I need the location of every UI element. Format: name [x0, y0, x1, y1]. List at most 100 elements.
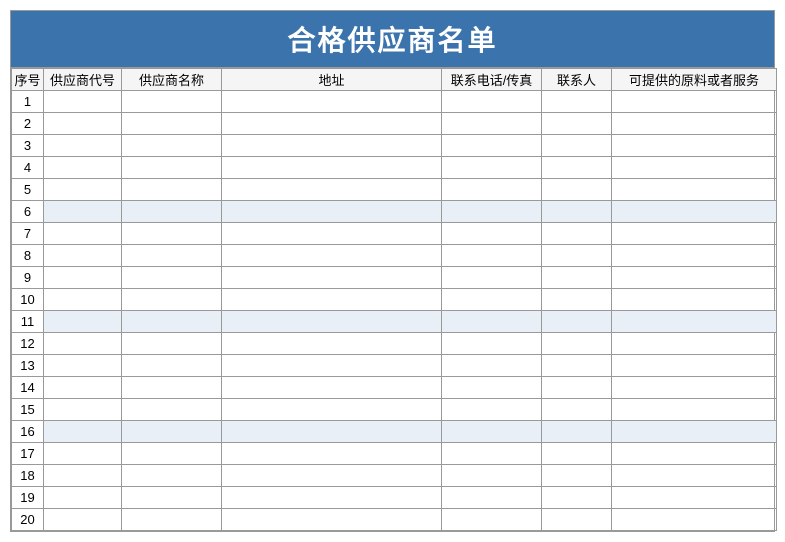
cell-seq[interactable]: 20	[12, 509, 44, 531]
cell-name[interactable]	[122, 91, 222, 113]
cell-code[interactable]	[44, 311, 122, 333]
cell-code[interactable]	[44, 289, 122, 311]
cell-code[interactable]	[44, 333, 122, 355]
cell-name[interactable]	[122, 465, 222, 487]
cell-seq[interactable]: 8	[12, 245, 44, 267]
cell-seq[interactable]: 6	[12, 201, 44, 223]
cell-contact[interactable]	[542, 443, 612, 465]
cell-phone[interactable]	[442, 289, 542, 311]
cell-addr[interactable]	[222, 113, 442, 135]
cell-seq[interactable]: 16	[12, 421, 44, 443]
cell-code[interactable]	[44, 179, 122, 201]
cell-service[interactable]	[612, 135, 777, 157]
cell-code[interactable]	[44, 509, 122, 531]
cell-addr[interactable]	[222, 377, 442, 399]
cell-addr[interactable]	[222, 245, 442, 267]
table-row[interactable]: 12	[12, 333, 777, 355]
cell-phone[interactable]	[442, 333, 542, 355]
cell-seq[interactable]: 17	[12, 443, 44, 465]
cell-code[interactable]	[44, 443, 122, 465]
cell-code[interactable]	[44, 135, 122, 157]
cell-phone[interactable]	[442, 311, 542, 333]
cell-code[interactable]	[44, 487, 122, 509]
cell-seq[interactable]: 18	[12, 465, 44, 487]
cell-name[interactable]	[122, 487, 222, 509]
cell-contact[interactable]	[542, 399, 612, 421]
cell-code[interactable]	[44, 355, 122, 377]
cell-phone[interactable]	[442, 179, 542, 201]
cell-service[interactable]	[612, 399, 777, 421]
cell-contact[interactable]	[542, 135, 612, 157]
table-row[interactable]: 6	[12, 201, 777, 223]
cell-contact[interactable]	[542, 311, 612, 333]
cell-addr[interactable]	[222, 399, 442, 421]
cell-service[interactable]	[612, 443, 777, 465]
cell-addr[interactable]	[222, 135, 442, 157]
cell-seq[interactable]: 9	[12, 267, 44, 289]
cell-service[interactable]	[612, 487, 777, 509]
cell-service[interactable]	[612, 201, 777, 223]
table-row[interactable]: 9	[12, 267, 777, 289]
cell-addr[interactable]	[222, 421, 442, 443]
cell-seq[interactable]: 11	[12, 311, 44, 333]
cell-seq[interactable]: 7	[12, 223, 44, 245]
cell-name[interactable]	[122, 443, 222, 465]
cell-phone[interactable]	[442, 201, 542, 223]
cell-contact[interactable]	[542, 113, 612, 135]
cell-name[interactable]	[122, 245, 222, 267]
cell-contact[interactable]	[542, 333, 612, 355]
cell-phone[interactable]	[442, 421, 542, 443]
cell-seq[interactable]: 15	[12, 399, 44, 421]
cell-code[interactable]	[44, 267, 122, 289]
table-row[interactable]: 11	[12, 311, 777, 333]
cell-phone[interactable]	[442, 223, 542, 245]
cell-code[interactable]	[44, 421, 122, 443]
cell-addr[interactable]	[222, 509, 442, 531]
cell-seq[interactable]: 10	[12, 289, 44, 311]
cell-service[interactable]	[612, 223, 777, 245]
cell-addr[interactable]	[222, 443, 442, 465]
cell-code[interactable]	[44, 223, 122, 245]
cell-name[interactable]	[122, 289, 222, 311]
cell-code[interactable]	[44, 91, 122, 113]
cell-seq[interactable]: 12	[12, 333, 44, 355]
cell-addr[interactable]	[222, 267, 442, 289]
cell-code[interactable]	[44, 201, 122, 223]
cell-contact[interactable]	[542, 91, 612, 113]
table-row[interactable]: 1	[12, 91, 777, 113]
cell-addr[interactable]	[222, 465, 442, 487]
cell-contact[interactable]	[542, 465, 612, 487]
cell-name[interactable]	[122, 399, 222, 421]
cell-service[interactable]	[612, 465, 777, 487]
cell-addr[interactable]	[222, 311, 442, 333]
cell-seq[interactable]: 1	[12, 91, 44, 113]
cell-service[interactable]	[612, 289, 777, 311]
cell-contact[interactable]	[542, 289, 612, 311]
cell-service[interactable]	[612, 113, 777, 135]
cell-contact[interactable]	[542, 179, 612, 201]
cell-code[interactable]	[44, 245, 122, 267]
cell-service[interactable]	[612, 311, 777, 333]
cell-service[interactable]	[612, 509, 777, 531]
cell-code[interactable]	[44, 465, 122, 487]
cell-service[interactable]	[612, 179, 777, 201]
cell-name[interactable]	[122, 135, 222, 157]
cell-phone[interactable]	[442, 245, 542, 267]
cell-service[interactable]	[612, 91, 777, 113]
cell-service[interactable]	[612, 157, 777, 179]
cell-phone[interactable]	[442, 487, 542, 509]
table-row[interactable]: 14	[12, 377, 777, 399]
cell-code[interactable]	[44, 377, 122, 399]
cell-addr[interactable]	[222, 355, 442, 377]
cell-name[interactable]	[122, 179, 222, 201]
table-row[interactable]: 20	[12, 509, 777, 531]
cell-seq[interactable]: 4	[12, 157, 44, 179]
cell-service[interactable]	[612, 377, 777, 399]
cell-phone[interactable]	[442, 113, 542, 135]
cell-seq[interactable]: 3	[12, 135, 44, 157]
cell-phone[interactable]	[442, 399, 542, 421]
table-row[interactable]: 4	[12, 157, 777, 179]
cell-service[interactable]	[612, 333, 777, 355]
cell-name[interactable]	[122, 157, 222, 179]
table-row[interactable]: 5	[12, 179, 777, 201]
